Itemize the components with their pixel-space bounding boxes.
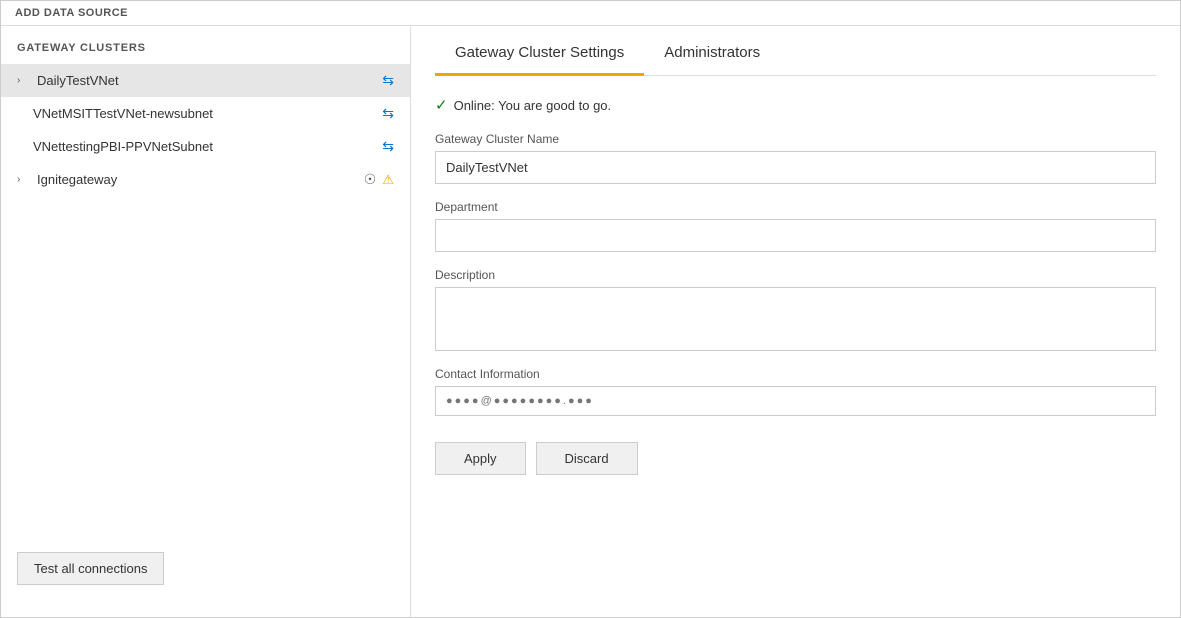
form-group-contact: Contact Information xyxy=(435,367,1156,416)
top-bar: ADD DATA SOURCE xyxy=(1,1,1180,26)
sidebar: GATEWAY CLUSTERS › DailyTestVNet ⇆ VNetM… xyxy=(1,26,411,617)
contact-input[interactable] xyxy=(435,386,1156,416)
link-icon: ⇆ xyxy=(382,138,394,155)
chevron-icon: › xyxy=(17,75,31,86)
cluster-item-ignitegateway[interactable]: › Ignitegateway ☉ ⚠ xyxy=(1,163,410,196)
department-input[interactable] xyxy=(435,219,1156,252)
form-group-department: Department xyxy=(435,200,1156,252)
department-label: Department xyxy=(435,200,1156,214)
button-row: Apply Discard xyxy=(435,442,1156,475)
link-icon: ⇆ xyxy=(382,72,394,89)
tab-bar: Gateway Cluster Settings Administrators xyxy=(435,26,1156,76)
contact-label: Contact Information xyxy=(435,367,1156,381)
cluster-name: VNettestingPBI-PPVNetSubnet xyxy=(33,139,376,154)
cluster-name: Ignitegateway xyxy=(37,172,358,187)
tab-gateway-cluster-settings[interactable]: Gateway Cluster Settings xyxy=(435,26,644,76)
main-panel: Gateway Cluster Settings Administrators … xyxy=(411,26,1180,617)
main-layout: GATEWAY CLUSTERS › DailyTestVNet ⇆ VNetM… xyxy=(1,26,1180,617)
test-btn-container: Test all connections xyxy=(1,536,410,601)
description-input[interactable] xyxy=(435,287,1156,351)
sidebar-section-title: GATEWAY CLUSTERS xyxy=(1,42,410,64)
cluster-name: VNetMSITTestVNet-newsubnet xyxy=(33,106,376,121)
warning-icon: ⚠ xyxy=(382,172,394,188)
tab-administrators[interactable]: Administrators xyxy=(644,26,780,76)
cluster-name-label: Gateway Cluster Name xyxy=(435,132,1156,146)
top-bar-label: ADD DATA SOURCE xyxy=(15,7,128,19)
form-group-description: Description xyxy=(435,268,1156,351)
cluster-item-dailytestvnet[interactable]: › DailyTestVNet ⇆ xyxy=(1,64,410,97)
discard-button[interactable]: Discard xyxy=(536,442,638,475)
chevron-icon: › xyxy=(17,174,31,185)
apply-button[interactable]: Apply xyxy=(435,442,526,475)
gateway-icon: ☉ xyxy=(364,171,377,188)
description-label: Description xyxy=(435,268,1156,282)
cluster-item-vnetmsit[interactable]: VNetMSITTestVNet-newsubnet ⇆ xyxy=(1,97,410,130)
app-container: ADD DATA SOURCE GATEWAY CLUSTERS › Daily… xyxy=(1,1,1180,617)
cluster-item-vnettesting[interactable]: VNettestingPBI-PPVNetSubnet ⇆ xyxy=(1,130,410,163)
status-message: Online: You are good to go. xyxy=(454,98,612,113)
cluster-list: › DailyTestVNet ⇆ VNetMSITTestVNet-newsu… xyxy=(1,64,410,536)
status-line: ✓ Online: You are good to go. xyxy=(435,96,1156,114)
link-icon: ⇆ xyxy=(382,105,394,122)
form-group-cluster-name: Gateway Cluster Name xyxy=(435,132,1156,184)
cluster-name-input[interactable] xyxy=(435,151,1156,184)
test-all-connections-button[interactable]: Test all connections xyxy=(17,552,164,585)
cluster-name: DailyTestVNet xyxy=(37,73,376,88)
status-check-icon: ✓ xyxy=(435,96,448,114)
